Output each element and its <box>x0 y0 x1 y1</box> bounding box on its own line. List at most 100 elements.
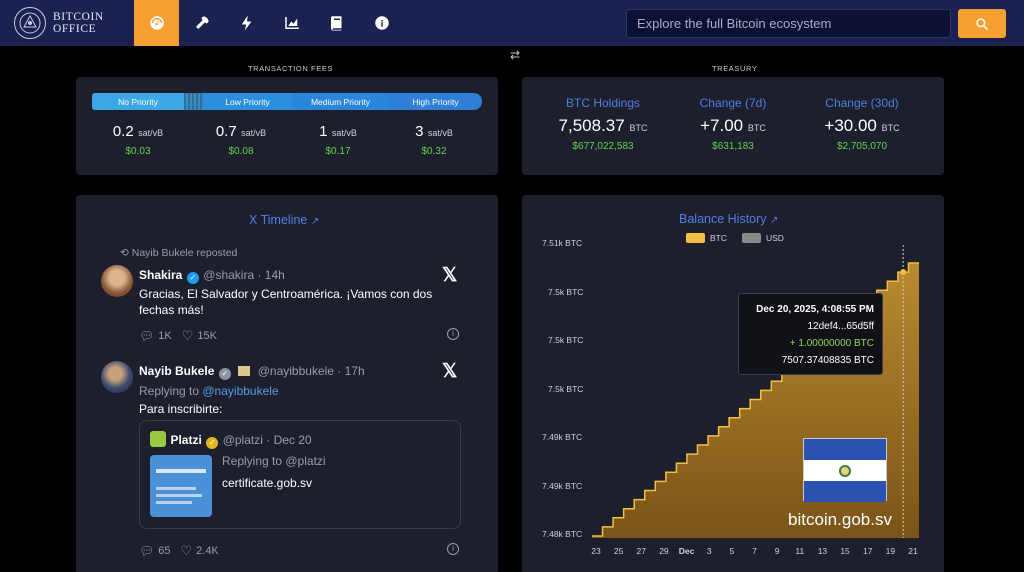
treasury-heading: BTC Holdings <box>565 96 641 110</box>
quote-header: Platzi ✓ @platzi · Dec 20 <box>150 431 312 449</box>
treasury-usd: $677,022,583 <box>572 141 634 152</box>
treasury-holdings: BTC Holdings 7,508.37 BTC $677,022,583 <box>533 96 673 152</box>
fee-unit: sat/vB <box>331 128 357 138</box>
x-logo-icon[interactable]: 𝕏 <box>442 264 457 287</box>
reply-count: 1K <box>158 330 172 342</box>
fees-section-label: TRANSACTION FEES <box>248 64 334 73</box>
fee-value: 0.2 <box>112 123 134 140</box>
nav-info[interactable] <box>359 0 404 46</box>
quote-link[interactable]: certificate.gob.sv <box>222 476 312 490</box>
x-tick-label: 21 <box>908 546 918 556</box>
tweet-actions: 💬︎ 65 ♡ 2.4K <box>139 543 219 559</box>
x-tick-label: 9 <box>774 546 780 556</box>
fee-low-priority: 0.7 sat/vB $0.08 <box>201 123 281 157</box>
priority-none: No Priority <box>92 93 184 110</box>
tweet-header: Nayib Bukele ✓ @nayibbukele · 17h <box>139 362 365 380</box>
info-icon[interactable]: i <box>447 543 459 555</box>
tweet-body: Gracias, El Salvador y Centroamérica. ¡V… <box>139 287 433 317</box>
nav-charts[interactable] <box>269 0 314 46</box>
search-input[interactable] <box>637 16 950 31</box>
logo-line2: OFFICE <box>53 23 97 35</box>
treasury-unit: BTC <box>747 123 766 133</box>
tweet-author-name[interactable]: Nayib Bukele <box>139 364 214 378</box>
search-box <box>626 9 951 38</box>
fee-priority-bar: No Priority Low Priority Medium Priority… <box>92 93 482 110</box>
mining-pickaxe-icon <box>195 16 209 29</box>
x-tick-label: 23 <box>591 546 601 556</box>
treasury-section-label: TREASURY <box>712 64 758 73</box>
bitcoin-office-logo[interactable]: BITCOIN OFFICE <box>0 0 134 46</box>
hover-point <box>900 269 907 276</box>
el-salvador-flag <box>803 438 887 502</box>
quote-replying: Replying to @platzi <box>222 454 326 468</box>
fee-unit: sat/vB <box>241 128 267 138</box>
reply-icon[interactable]: 💬︎ <box>139 544 154 558</box>
top-navbar: BITCOIN OFFICE <box>0 0 1024 46</box>
repost-label: Nayib Bukele reposted <box>131 247 238 259</box>
tooltip-date: Dec 20, 2025, 4:08:55 PM <box>756 304 874 315</box>
treasury-value: +30.00 <box>824 116 877 135</box>
tooltip-balance: 7507.37408835 BTC <box>781 355 874 366</box>
x-tick-label: 25 <box>613 546 624 556</box>
quoted-tweet[interactable]: Platzi ✓ @platzi · Dec 20 Replying to @p… <box>139 420 461 529</box>
x-tick-label: 7 <box>752 546 757 556</box>
info-icon <box>374 16 389 30</box>
fee-value: 0.7 <box>215 123 237 140</box>
fee-no-priority: 0.2 sat/vB $0.03 <box>98 123 178 157</box>
verified-badge-icon: ✓ <box>186 272 199 284</box>
treasury-change-30d: Change (30d) +30.00 BTC $2,705,070 <box>792 96 932 152</box>
x-timeline-title-link[interactable]: X Timeline ↗ <box>249 213 319 227</box>
fee-usd: $0.03 <box>125 146 151 157</box>
repost-indicator: ⟲ Nayib Bukele reposted <box>120 247 237 259</box>
x-tick-label: 27 <box>636 546 647 556</box>
nav-mining[interactable] <box>179 0 224 46</box>
search-button[interactable] <box>958 9 1006 38</box>
tooltip-tx: 12def4...65d5ff <box>807 321 874 332</box>
avatar[interactable] <box>101 265 133 297</box>
info-icon[interactable]: i <box>447 328 459 340</box>
quote-author-handle: @platzi · Dec 20 <box>222 433 312 447</box>
swap-layout-icon[interactable]: ⇄ <box>510 48 520 62</box>
x-tick-label: Dec <box>678 546 695 556</box>
nav-dashboard[interactable] <box>134 0 179 46</box>
tweet-author-name[interactable]: Shakira <box>139 268 182 282</box>
x-tick-label: 29 <box>659 546 669 556</box>
treasury-heading: Change (7d) <box>699 96 767 110</box>
priority-high: High Priority <box>389 93 482 110</box>
x-tick-label: 13 <box>817 546 828 556</box>
verified-gold-badge-icon: ✓ <box>206 437 219 449</box>
watermark-domain: bitcoin.gob.sv <box>788 510 892 529</box>
tweet-header: Shakira ✓ @shakira · 14h <box>139 266 285 284</box>
replying-to: Replying to @nayibbukele <box>139 384 279 398</box>
x-tick-label: 3 <box>706 546 712 556</box>
x-tick-label: 11 <box>795 546 805 556</box>
x-timeline-card: X Timeline ↗ ⟲ Nayib Bukele reposted Sha… <box>76 195 557 572</box>
logo-line1: BITCOIN <box>53 11 104 23</box>
nav-docs[interactable] <box>314 0 359 46</box>
nav-lightning[interactable] <box>224 0 269 46</box>
platzi-logo-icon <box>150 431 166 447</box>
tweet-actions: 💬︎ 1K ♡ 15K <box>139 328 217 344</box>
replying-to-link[interactable]: @nayibbukele <box>202 384 278 398</box>
main-nav <box>134 0 404 46</box>
balance-history-card: Balance History ↗ BTC USD 7.51k BTC 7.5k… <box>522 195 944 572</box>
tweet-author-handle[interactable]: @shakira · 14h <box>203 268 285 282</box>
avatar[interactable] <box>101 361 133 393</box>
like-icon[interactable]: ♡ <box>180 543 192 559</box>
external-link-icon: ↗ <box>310 216 320 227</box>
el-salvador-seal-icon <box>14 7 46 39</box>
tweet-author-handle[interactable]: @nayibbukele · 17h <box>258 364 365 378</box>
reply-icon[interactable]: 💬︎ <box>139 329 154 343</box>
treasury-heading: Change (30d) <box>825 96 899 110</box>
treasury-value: +7.00 <box>700 116 744 135</box>
like-icon[interactable]: ♡ <box>182 328 194 344</box>
priority-medium: Medium Priority <box>292 93 389 110</box>
priority-low: Low Priority <box>203 93 292 110</box>
search-icon <box>976 17 989 30</box>
lightning-icon <box>241 15 251 31</box>
x-logo-icon[interactable]: 𝕏 <box>442 360 457 383</box>
book-icon <box>330 16 341 31</box>
fee-high-priority: 3 sat/vB $0.32 <box>394 123 474 157</box>
replying-prefix: Replying to <box>139 384 203 398</box>
fee-usd: $0.17 <box>325 146 351 157</box>
